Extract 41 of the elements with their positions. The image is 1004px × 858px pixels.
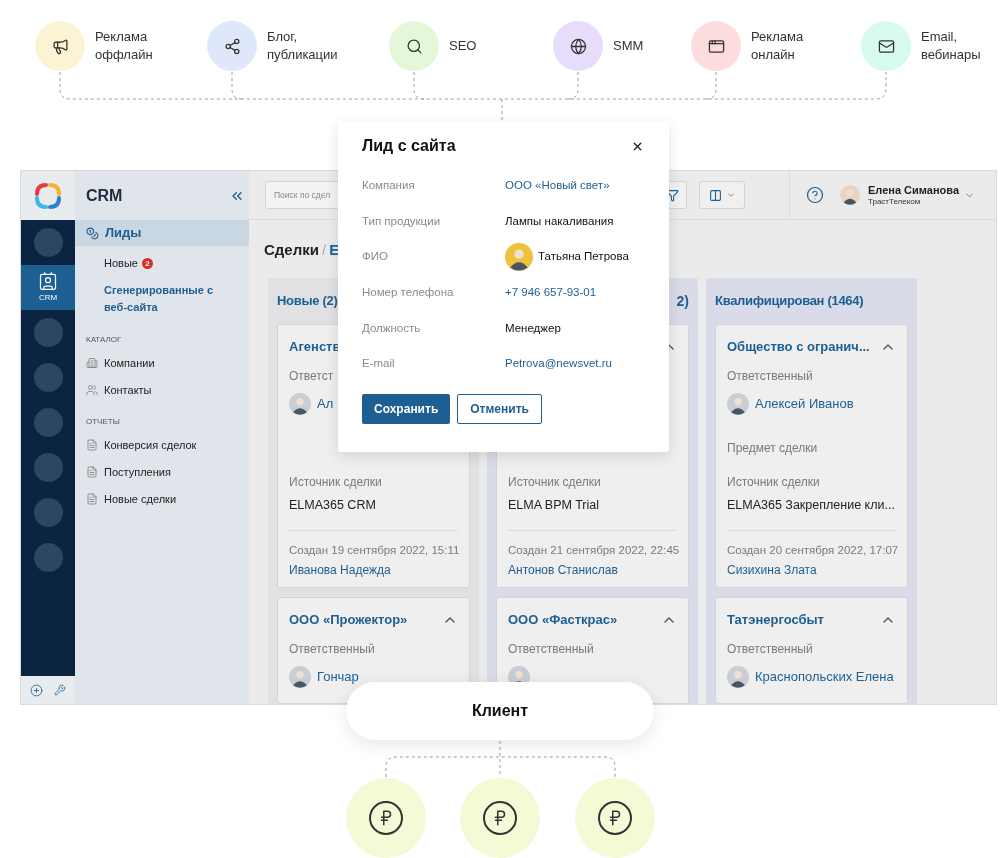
breadcrumb-separator: / (321, 240, 327, 260)
field-label: Компания (362, 178, 416, 194)
field-label: Ответственный (727, 641, 813, 658)
section-heading: КАТАЛОГ (86, 334, 123, 346)
field-label: Источник сделки (508, 475, 601, 489)
channel-label: Реклама онлайн (751, 28, 804, 64)
field-label: Номер телефона (362, 284, 455, 300)
column-title: Новые (2) (277, 292, 338, 311)
field-label: Ответственный (289, 641, 375, 658)
channel-label: Блог, публикации (267, 28, 338, 64)
field-value: ELMA365 CRM (289, 498, 376, 512)
field-label: Тип продукции (362, 213, 442, 229)
field-label: Ответственный (727, 368, 813, 385)
field-label: Ответст (289, 368, 334, 385)
field-value: ELMA365 Закрепление кли... (727, 498, 895, 512)
dialog-title: Лид с сайта (362, 136, 456, 156)
created-date: Создан 19 сентября 2022, 15:11 (289, 544, 460, 556)
field-label: Источник сделки (727, 475, 820, 489)
breadcrumb-item: Сделки (264, 240, 319, 260)
field-label: ФИО (362, 249, 389, 265)
channel-label: Реклама оффлайн (95, 28, 153, 64)
rail-label: CRM (38, 292, 58, 304)
created-date: Создан 20 сентября 2022, 17:07 (727, 544, 899, 556)
field-label: Ответственный (508, 641, 594, 658)
section-heading: ОТЧЕТЫ (86, 416, 121, 428)
created-date: Создан 21 сентября 2022, 22:45 (508, 544, 680, 556)
field-label: E-mail (362, 356, 396, 372)
section-title: CRM (86, 185, 123, 206)
client-label: Клиент (471, 701, 529, 721)
column-title: Квалифицирован (1464) (715, 292, 864, 311)
company-name: ТрастТелеком (868, 196, 922, 207)
channel-label: SMM (613, 37, 644, 55)
column-title: 2) (676, 291, 689, 311)
channel-label: Email, вебинары (921, 28, 981, 64)
channel-label: SEO (449, 37, 477, 55)
field-value: Татьяна Петрова (538, 249, 629, 265)
count-badge: 2 (141, 258, 153, 269)
field-label: Источник сделки (289, 475, 382, 489)
field-value: Лампы накаливания (505, 213, 614, 229)
field-label: Предмет сделки (727, 441, 818, 455)
field-value: ELMA BPM Trial (508, 498, 599, 512)
